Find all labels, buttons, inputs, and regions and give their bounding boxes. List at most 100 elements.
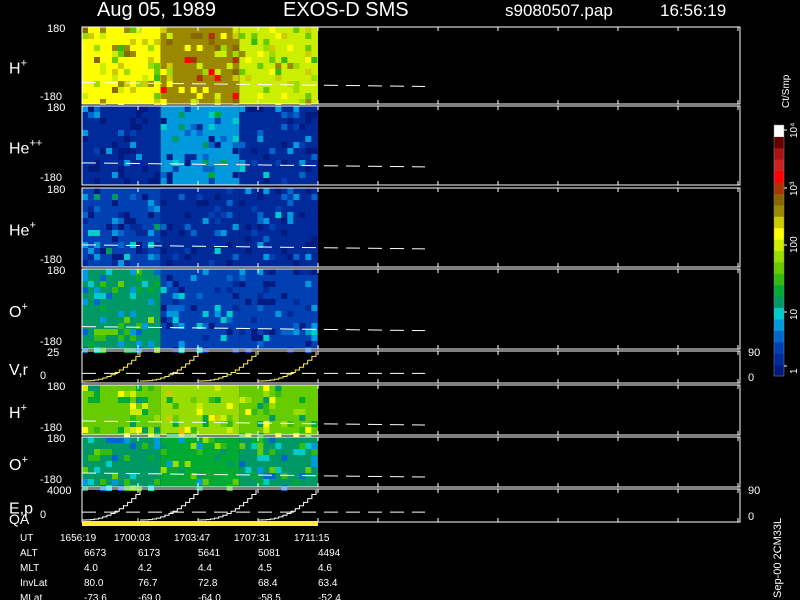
- heatmap-cell: [136, 409, 142, 415]
- heatmap-cell: [251, 329, 258, 335]
- heatmap-cell: [293, 124, 300, 130]
- heatmap-cell: [88, 479, 94, 485]
- heatmap-cell: [311, 148, 318, 154]
- heatmap-cell: [239, 275, 246, 281]
- panel-label: H+: [9, 402, 27, 422]
- table-cell: -69.0: [138, 593, 161, 600]
- heatmap-cell: [275, 311, 282, 317]
- heatmap-cell: [124, 218, 130, 224]
- heatmap-cell: [142, 75, 148, 81]
- heatmap-cell: [106, 329, 112, 335]
- heatmap-cell: [106, 87, 112, 93]
- heatmap-cell: [82, 485, 88, 491]
- heatmap-cell: [245, 415, 252, 421]
- heatmap-cell: [299, 415, 306, 421]
- heatmap-cell: [311, 455, 318, 461]
- heatmap-cell: [287, 45, 294, 51]
- heatmap-cell: [208, 323, 215, 329]
- colorbar-swatch: [774, 216, 784, 229]
- heatmap-cell: [287, 329, 294, 335]
- heatmap-cell: [178, 118, 185, 124]
- heatmap-cell: [251, 437, 258, 443]
- heatmap-cell: [124, 317, 130, 323]
- heatmap-cell: [269, 323, 276, 329]
- heatmap-cell: [202, 242, 209, 248]
- heatmap-cell: [100, 479, 106, 485]
- heatmap-cell: [118, 154, 124, 160]
- heatmap-cell: [82, 479, 88, 485]
- heatmap-cell: [106, 269, 112, 275]
- heatmap-cell: [263, 188, 270, 194]
- heatmap-cell: [239, 206, 246, 212]
- heatmap-cell: [220, 136, 227, 142]
- heatmap-cell: [287, 230, 294, 236]
- heatmap-cell: [263, 87, 270, 93]
- heatmap-cell: [118, 254, 124, 260]
- heatmap-cell: [263, 293, 270, 299]
- heatmap-cell: [88, 281, 94, 287]
- heatmap-cell: [142, 281, 148, 287]
- panel-label: He+: [9, 220, 36, 240]
- heatmap-cell: [148, 254, 154, 260]
- heatmap-cell: [293, 479, 300, 485]
- heatmap-cell: [154, 479, 160, 485]
- heatmap-cell: [245, 57, 252, 63]
- panel-label-superscript: ++: [29, 138, 42, 150]
- panel-3: 180-180O+: [9, 265, 741, 353]
- heatmap-cell: [293, 449, 300, 455]
- heatmap-cell: [263, 473, 270, 479]
- heatmap-cell: [263, 455, 270, 461]
- heatmap-cell: [214, 69, 221, 75]
- colorbar-tick-label: 10⁴: [789, 123, 800, 138]
- heatmap-cell: [178, 467, 185, 473]
- heatmap-cell: [100, 335, 106, 341]
- heatmap-cell: [214, 45, 221, 51]
- heatmap-cell: [88, 166, 94, 172]
- y-tick-label: 180: [47, 184, 65, 196]
- heatmap-cell: [245, 467, 252, 473]
- heatmap-cell: [305, 467, 312, 473]
- heatmap-cell: [311, 112, 318, 118]
- heatmap-cell: [100, 248, 106, 254]
- heatmap-cell: [124, 45, 130, 51]
- heatmap-cell: [160, 172, 167, 178]
- heatmap-cell: [245, 409, 252, 415]
- heatmap-cell: [239, 166, 246, 172]
- heatmap-cell: [245, 287, 252, 293]
- heatmap-cell: [208, 142, 215, 148]
- heatmap-cell: [196, 293, 203, 299]
- panel-0: 180-180H+: [9, 23, 741, 105]
- heatmap-cell: [226, 260, 233, 266]
- heatmap-cell: [232, 479, 239, 485]
- panel-1: 180 -180 He++: [9, 102, 741, 186]
- heatmap-cell: [305, 136, 312, 142]
- heatmap-cell: [305, 148, 312, 154]
- heatmap-cell: [257, 391, 264, 397]
- heatmap-cell: [226, 403, 233, 409]
- heatmap-cell: [148, 200, 154, 206]
- heatmap-cell: [220, 269, 227, 275]
- heatmap-cell: [94, 397, 100, 403]
- heatmap-cell: [148, 142, 154, 148]
- heatmap-cell: [160, 87, 167, 93]
- heatmap-cell: [82, 347, 88, 353]
- heatmap-cell: [172, 347, 179, 353]
- heatmap-cell: [130, 130, 136, 136]
- heatmap-cell: [239, 409, 246, 415]
- heatmap-cell: [281, 33, 288, 39]
- heatmap-cell: [82, 27, 88, 33]
- heatmap-cell: [88, 254, 94, 260]
- heatmap-cell: [136, 124, 142, 130]
- heatmap-cell: [172, 136, 179, 142]
- heatmap-cell: [257, 224, 264, 230]
- heatmap-cell: [299, 443, 306, 449]
- heatmap-cell: [208, 166, 215, 172]
- colorbar-swatch: [774, 227, 784, 240]
- heatmap-cell: [226, 178, 233, 184]
- heatmap-cell: [130, 87, 136, 93]
- heatmap-0: [82, 27, 318, 105]
- heatmap-cell: [160, 317, 167, 323]
- heatmap-cell: [293, 112, 300, 118]
- heatmap-cell: [257, 136, 264, 142]
- heatmap-cell: [94, 427, 100, 433]
